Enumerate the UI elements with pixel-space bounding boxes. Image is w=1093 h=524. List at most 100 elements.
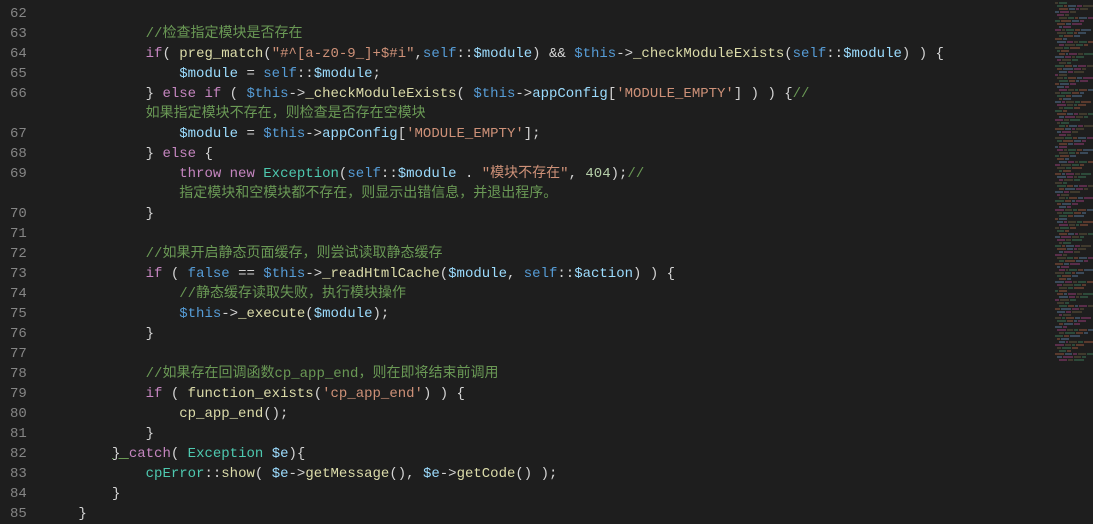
token-comment: //检查指定模块是否存在 <box>146 26 303 42</box>
token-punct: ) <box>532 46 549 62</box>
token-func: function_exists <box>188 386 314 402</box>
line-number: 80 <box>10 404 27 424</box>
code-line[interactable]: $this->_execute($module); <box>45 304 1093 324</box>
token-punct: ( <box>440 266 448 282</box>
token-comment: //如果存在回调函数cp_app_end，则在即将结束前调用 <box>146 366 499 382</box>
line-number: 66 <box>10 84 27 104</box>
line-number: 71 <box>10 224 27 244</box>
token-comment: //如果开启静态页面缓存，则尝试读取静态缓存 <box>146 246 443 262</box>
token-func: getMessage <box>305 466 389 482</box>
token-keyword: throw <box>179 166 221 182</box>
token-op <box>221 166 229 182</box>
line-number: 84 <box>10 484 27 504</box>
token-op <box>566 46 574 62</box>
code-line[interactable]: $module = self::$module; <box>45 64 1093 84</box>
token-punct: } <box>45 426 154 442</box>
line-number: 75 <box>10 304 27 324</box>
token-const: $this <box>574 46 616 62</box>
code-line[interactable]: //静态缓存读取失败，执行模块操作 <box>45 284 1093 304</box>
token-class: Exception <box>188 446 264 462</box>
token-punct: ( <box>171 446 188 462</box>
code-line[interactable]: cp_app_end(); <box>45 404 1093 424</box>
code-line[interactable]: } else { <box>45 144 1093 164</box>
line-number: 74 <box>10 284 27 304</box>
token-var: $e <box>423 466 440 482</box>
code-line[interactable]: if ( false == $this->_readHtmlCache($mod… <box>45 264 1093 284</box>
token-keyword: if <box>146 386 163 402</box>
token-op <box>45 286 179 302</box>
code-line[interactable]: $module = $this->appConfig['MODULE_EMPTY… <box>45 124 1093 144</box>
code-line[interactable]: cpError::show( $e->getMessage(), $e->get… <box>45 464 1093 484</box>
token-op: :: <box>381 166 398 182</box>
code-line[interactable] <box>45 4 1093 24</box>
token-op: -> <box>515 86 532 102</box>
token-string: 'cp_app_end' <box>322 386 423 402</box>
token-func: show <box>221 466 255 482</box>
token-class: Exception <box>263 166 339 182</box>
code-line[interactable] <box>45 344 1093 364</box>
token-keyword: else <box>162 146 196 162</box>
code-line[interactable]: } catch( Exception $e){ <box>45 444 1093 464</box>
token-punct: } <box>45 486 121 502</box>
token-punct: ){ <box>289 446 306 462</box>
token-const: $this <box>179 306 221 322</box>
token-punct: (); <box>263 406 288 422</box>
token-op <box>45 406 179 422</box>
token-op <box>45 26 146 42</box>
token-op <box>45 66 179 82</box>
code-line[interactable]: //检查指定模块是否存在 <box>45 24 1093 44</box>
token-op: -> <box>616 46 633 62</box>
code-editor-content[interactable]: //检查指定模块是否存在 if( preg_match("#^[a-z0-9_]… <box>45 0 1093 522</box>
token-op: = <box>238 66 263 82</box>
token-keyword: if <box>146 46 163 62</box>
token-punct: [ <box>398 126 406 142</box>
code-line[interactable]: throw new Exception(self::$module . "模块不… <box>45 164 1093 184</box>
token-punct: ( <box>305 306 313 322</box>
token-punct: ( <box>784 46 792 62</box>
code-line[interactable]: 如果指定模块不存在，则检查是否存在空模块 <box>45 104 1093 124</box>
code-line[interactable]: } <box>45 424 1093 444</box>
code-line[interactable]: //如果开启静态页面缓存，则尝试读取静态缓存 <box>45 244 1093 264</box>
token-op: :: <box>826 46 843 62</box>
token-op <box>45 306 179 322</box>
token-const: $this <box>246 86 288 102</box>
line-number: 81 <box>10 424 27 444</box>
code-line[interactable]: if( preg_match("#^[a-z0-9_]+$#i",self::$… <box>45 44 1093 64</box>
token-op: . <box>457 166 482 182</box>
line-number: 65 <box>10 64 27 84</box>
token-punct: , <box>507 266 524 282</box>
token-punct: ( <box>457 86 474 102</box>
code-line[interactable]: } <box>45 484 1093 504</box>
token-const: self <box>524 266 558 282</box>
line-number: 68 <box>10 144 27 164</box>
token-punct: } <box>45 326 154 342</box>
token-string: 'MODULE_EMPTY' <box>406 126 524 142</box>
code-line[interactable]: } <box>45 324 1093 344</box>
token-punct: ); <box>611 166 628 182</box>
token-punct: ) ) { <box>902 46 944 62</box>
token-punct: ( <box>162 266 187 282</box>
code-line[interactable]: } <box>45 504 1093 522</box>
token-var: $module <box>314 66 373 82</box>
token-punct: ]; <box>524 126 541 142</box>
token-op <box>45 166 179 182</box>
token-punct: } <box>45 506 87 522</box>
token-const: $this <box>473 86 515 102</box>
token-punct: ; <box>373 66 381 82</box>
code-line[interactable]: //如果存在回调函数cp_app_end，则在即将结束前调用 <box>45 364 1093 384</box>
token-var: $e <box>272 466 289 482</box>
minimap[interactable] <box>1055 0 1093 522</box>
token-func: cp_app_end <box>179 406 263 422</box>
token-punct: (), <box>389 466 423 482</box>
token-punct: ); <box>373 306 390 322</box>
token-punct: { <box>196 146 213 162</box>
code-line[interactable]: if ( function_exists('cp_app_end') ) { <box>45 384 1093 404</box>
token-comment: //静态缓存读取失败，执行模块操作 <box>179 286 406 302</box>
code-line[interactable]: } else if ( $this->_checkModuleExists( $… <box>45 84 1093 104</box>
code-line[interactable] <box>45 224 1093 244</box>
token-keyword: if <box>146 266 163 282</box>
code-line[interactable]: 指定模块和空模块都不存在，则显示出错信息，并退出程序。 <box>45 184 1093 204</box>
line-number: 78 <box>10 364 27 384</box>
token-const: $this <box>263 266 305 282</box>
code-line[interactable]: } <box>45 204 1093 224</box>
